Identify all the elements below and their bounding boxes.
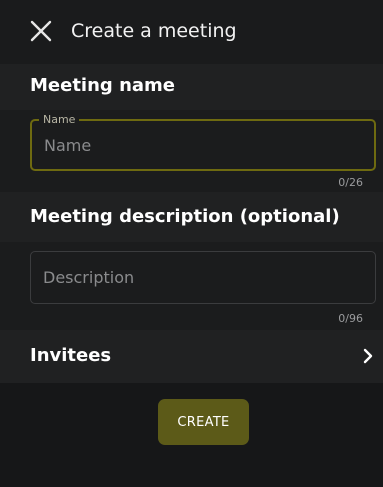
- meeting-name-input[interactable]: [44, 132, 354, 158]
- page-title: Create a meeting: [71, 20, 237, 42]
- invitees-label: Invitees: [30, 345, 112, 366]
- meeting-description-char-counter: 0/96: [338, 312, 363, 325]
- footer: CREATE: [0, 383, 383, 487]
- app-header: Create a meeting: [0, 0, 383, 64]
- meeting-description-field[interactable]: [30, 251, 376, 304]
- meeting-name-section-header: Meeting name: [0, 64, 383, 110]
- meeting-name-section: Name 0/26: [0, 110, 383, 192]
- meeting-name-field[interactable]: Name: [30, 113, 376, 171]
- meeting-description-input[interactable]: [43, 264, 353, 290]
- invitees-row[interactable]: Invitees: [0, 330, 383, 383]
- meeting-description-label: Meeting description (optional): [30, 206, 340, 227]
- chevron-right-icon: [361, 347, 375, 365]
- close-icon[interactable]: [28, 18, 54, 44]
- meeting-name-field-legend: Name: [39, 113, 80, 127]
- meeting-name-label: Meeting name: [30, 75, 175, 96]
- meeting-description-section: 0/96: [0, 242, 383, 330]
- meeting-name-char-counter: 0/26: [338, 176, 363, 189]
- meeting-description-section-header: Meeting description (optional): [0, 192, 383, 242]
- create-button[interactable]: CREATE: [158, 399, 249, 445]
